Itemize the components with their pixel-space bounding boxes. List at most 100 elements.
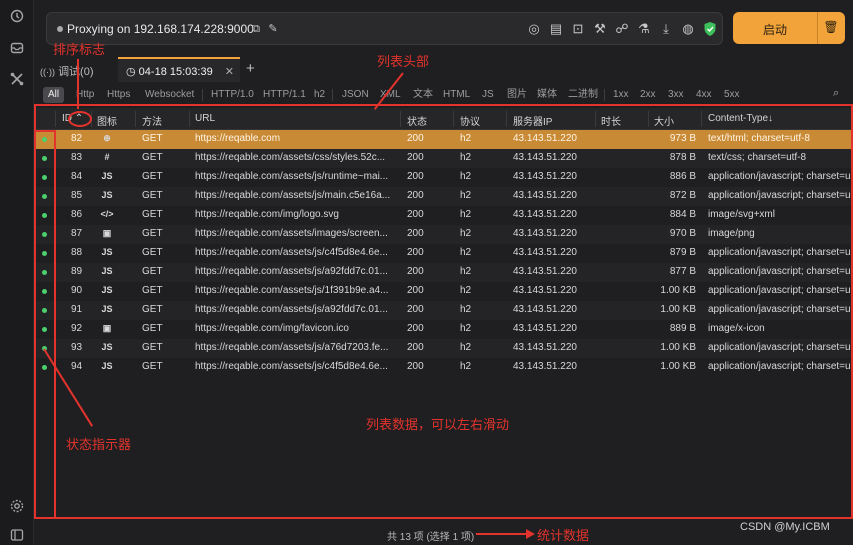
- cell-method: GET: [142, 342, 163, 353]
- filter-3xx[interactable]: 3xx: [668, 87, 684, 103]
- cell-id: 87: [71, 228, 83, 239]
- status-indicator-dot: [42, 156, 47, 161]
- table-row[interactable]: 87 ▣ GET https://reqable.com/assets/images/…: [34, 225, 853, 244]
- annotation-sort-flag: 排序标志: [53, 43, 106, 58]
- table-row[interactable]: 86 </> GET https://reqable.com/img/logo.svg…: [34, 206, 853, 225]
- filter-divider: [604, 89, 605, 101]
- cell-content-type: application/javascript; charset=u: [708, 342, 851, 353]
- cell-method: GET: [142, 190, 163, 201]
- column-url[interactable]: URL: [195, 113, 215, 124]
- column-divider: [189, 111, 190, 127]
- search-icon[interactable]: ⌕: [833, 87, 839, 100]
- table-row[interactable]: 91 JS GET https://reqable.com/assets/js/a92…: [34, 301, 853, 320]
- filter-2xx[interactable]: 2xx: [640, 87, 656, 103]
- filter-h2[interactable]: h2: [314, 87, 325, 103]
- status-indicator-dot: [42, 270, 47, 275]
- cell-size: 889 B: [669, 323, 696, 334]
- table-row[interactable]: 93 JS GET https://reqable.com/assets/js/a76…: [34, 339, 853, 358]
- filter-image[interactable]: 图片: [507, 87, 527, 103]
- copy-icon[interactable]: ⧉: [248, 21, 264, 37]
- table-row[interactable]: 88 JS GET https://reqable.com/assets/js/c4f…: [34, 244, 853, 263]
- table-row[interactable]: 94 JS GET https://reqable.com/assets/js/c4f…: [34, 358, 853, 377]
- sidebar-toggle-icon[interactable]: [9, 527, 25, 543]
- shield-icon[interactable]: [702, 21, 718, 37]
- history-icon[interactable]: [9, 8, 25, 24]
- proxy-status-dot: [57, 26, 63, 32]
- script-icon[interactable]: ⊡: [570, 21, 586, 37]
- cell-size: 872 B: [669, 190, 696, 201]
- breakpoint-icon[interactable]: ◎: [526, 21, 542, 37]
- filter-text[interactable]: 文本: [413, 87, 433, 103]
- debug-icon[interactable]: ☍: [614, 21, 630, 37]
- sort-desc-icon: ↓: [768, 113, 774, 124]
- tools-icon[interactable]: [9, 71, 25, 87]
- filter-https[interactable]: Https: [107, 87, 130, 103]
- cell-method: GET: [142, 266, 163, 277]
- cell-content-type: application/javascript; charset=u: [708, 190, 851, 201]
- filter-4xx[interactable]: 4xx: [696, 87, 712, 103]
- close-icon[interactable]: ✕: [225, 65, 234, 78]
- cell-content-type: application/javascript; charset=u: [708, 171, 851, 182]
- column-divider: [648, 111, 649, 127]
- tab-session[interactable]: ◷ 04-18 15:03:39 ✕: [118, 57, 240, 82]
- filter-binary[interactable]: 二进制: [568, 87, 598, 103]
- globe-icon[interactable]: ◍: [680, 21, 696, 37]
- column-content-type[interactable]: Content-Type↓: [708, 113, 773, 124]
- inbox-icon[interactable]: [9, 40, 25, 56]
- column-id[interactable]: ID ⌃: [62, 113, 83, 124]
- filter-5xx[interactable]: 5xx: [724, 87, 740, 103]
- add-tab-icon[interactable]: +: [246, 57, 260, 82]
- cell-status: 200: [407, 228, 424, 239]
- cell-size: 1.00 KB: [660, 342, 696, 353]
- filter-websocket[interactable]: Websocket: [145, 87, 194, 103]
- filter-http10[interactable]: HTTP/1.0: [211, 87, 254, 103]
- filter-all[interactable]: All: [43, 87, 65, 103]
- table-row[interactable]: 83 # GET https://reqable.com/assets/css/sty…: [34, 149, 853, 168]
- cell-size: 877 B: [669, 266, 696, 277]
- column-divider: [595, 111, 596, 127]
- cell-url: https://reqable.com/assets/js/runtime~ma…: [195, 171, 389, 182]
- table-row[interactable]: 84 JS GET https://reqable.com/assets/js/run…: [34, 168, 853, 187]
- trash-icon[interactable]: 🗑: [821, 20, 841, 34]
- edit-icon[interactable]: ✎: [265, 21, 281, 37]
- column-icon[interactable]: 图标: [97, 113, 117, 128]
- resource-type-icon: JS: [101, 304, 113, 314]
- table-row[interactable]: 92 ▣ GET https://reqable.com/img/favicon.ic…: [34, 320, 853, 339]
- start-button[interactable]: 启动 🗑: [733, 12, 845, 44]
- column-server-ip[interactable]: 服务器IP: [513, 113, 552, 128]
- filter-json[interactable]: JSON: [342, 87, 369, 103]
- resource-type-icon: JS: [101, 266, 113, 276]
- column-status[interactable]: 状态: [407, 113, 427, 128]
- status-indicator-dot: [42, 308, 47, 313]
- watermark: CSDN @My.ICBM: [740, 521, 830, 533]
- column-size[interactable]: 大小: [654, 113, 674, 128]
- proxy-address-text: Proxying on 192.168.174.228:9000: [67, 22, 254, 36]
- cell-protocol: h2: [460, 209, 472, 220]
- download-icon[interactable]: ⤓: [658, 21, 674, 37]
- filter-1xx[interactable]: 1xx: [613, 87, 629, 103]
- filter-html[interactable]: HTML: [443, 87, 470, 103]
- table-row[interactable]: 90 JS GET https://reqable.com/assets/js/1f3…: [34, 282, 853, 301]
- table-row[interactable]: 85 JS GET https://reqable.com/assets/js/mai…: [34, 187, 853, 206]
- cell-server-ip: 43.143.51.220: [513, 190, 577, 201]
- table-row[interactable]: 89 JS GET https://reqable.com/assets/js/a92…: [34, 263, 853, 282]
- filter-js[interactable]: JS: [482, 87, 494, 103]
- tab-debug[interactable]: ((·)) 调试(0): [40, 57, 120, 82]
- status-indicator-dot: [42, 213, 47, 218]
- filter-media[interactable]: 媒体: [537, 87, 557, 103]
- cell-status: 200: [407, 133, 424, 144]
- filter-icon[interactable]: ⚗: [636, 21, 652, 37]
- settings-icon[interactable]: [9, 498, 25, 514]
- cell-content-type: image/x-icon: [708, 323, 765, 334]
- cell-status: 200: [407, 361, 424, 372]
- cell-status: 200: [407, 190, 424, 201]
- column-method[interactable]: 方法: [142, 113, 162, 128]
- mock-icon[interactable]: ⚒: [592, 21, 608, 37]
- cell-id: 92: [71, 323, 83, 334]
- filter-http11[interactable]: HTTP/1.1: [263, 87, 306, 103]
- rewrite-icon[interactable]: ▤: [548, 21, 564, 37]
- column-protocol[interactable]: 协议: [460, 113, 480, 128]
- column-duration[interactable]: 时长: [601, 113, 621, 128]
- cell-content-type: application/javascript; charset=u: [708, 285, 851, 296]
- table-row[interactable]: 82 ⊕ GET https://reqable.com 200 h2 43.143.51.…: [34, 130, 853, 149]
